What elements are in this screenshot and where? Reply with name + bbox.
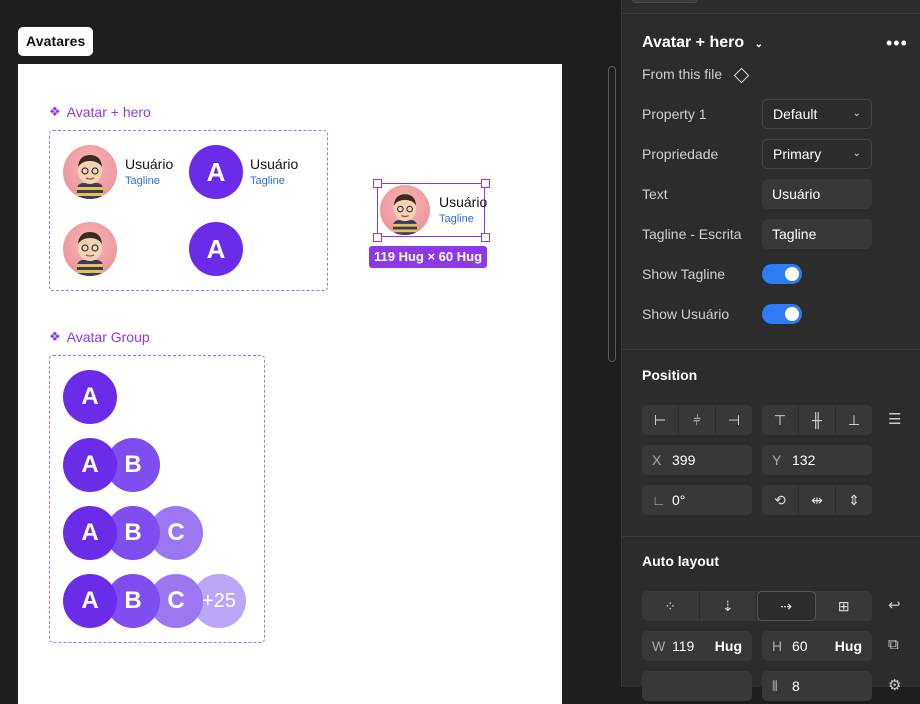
align-center-h-icon[interactable]: ⫩ [679, 405, 716, 435]
property-label: Text [642, 186, 668, 202]
group-avatar[interactable]: A [63, 574, 117, 628]
resize-handle[interactable] [373, 179, 382, 188]
flip-horizontal-icon[interactable]: ⇹ [799, 485, 836, 515]
layout-vertical-icon[interactable]: ⇣ [700, 591, 757, 621]
property-label: Property 1 [642, 106, 707, 122]
component-title[interactable]: Avatar + hero ⌄ [642, 34, 763, 52]
selected-instance[interactable]: Usuário Tagline [377, 183, 488, 237]
layout-direction-group: ⁘ ⇣ ⇢ ⊞ [642, 591, 872, 621]
component-diamonds-icon: ❖ [49, 329, 61, 344]
avatar-tagline: Tagline [250, 175, 285, 187]
property-1-select[interactable]: Default ⌄ [762, 99, 872, 129]
panel-tab[interactable] [632, 0, 698, 3]
spacing-field[interactable] [642, 671, 752, 701]
auto-layout-title: Auto layout [642, 553, 719, 569]
show-tagline-toggle[interactable] [762, 264, 802, 284]
align-left-icon[interactable]: ⊢ [642, 405, 679, 435]
propriedade-select[interactable]: Primary ⌄ [762, 139, 872, 169]
chevron-down-icon: ⌄ [754, 39, 763, 50]
from-this-file-label[interactable]: From this file [642, 66, 750, 84]
avatar-letter[interactable]: A [189, 145, 243, 199]
chevron-down-icon: ⌄ [852, 108, 861, 119]
transform-group: ⟲ ⇹ ⇕ [762, 485, 872, 515]
property-label: Show Tagline [642, 266, 726, 282]
property-label: Propriedade [642, 146, 719, 162]
avatar-name: Usuário [250, 156, 299, 172]
wrap-icon[interactable]: ↩ [888, 596, 901, 614]
property-label: Show Usuário [642, 306, 730, 322]
avatar-name: Usuário [439, 194, 488, 210]
x-field[interactable]: X 399 [642, 445, 752, 475]
rotation-field[interactable]: ∟ 0° [642, 485, 752, 515]
align-top-icon[interactable]: ⊤ [762, 405, 799, 435]
property-label: Tagline - Escrita [642, 226, 742, 242]
avatares-frame[interactable]: ❖ Avatar + hero Usuário Tagline A Usuári… [18, 64, 562, 704]
panel-top-strip [622, 0, 920, 14]
vertical-align-group: ⊤ ╫ ⊥ [762, 405, 872, 435]
resize-to-fit-icon[interactable]: ⧉ [888, 636, 899, 653]
flip-vertical-icon[interactable]: ⇕ [836, 485, 872, 515]
frame-label[interactable]: Avatares [18, 27, 94, 56]
angle-icon: ∟ [652, 492, 666, 508]
component-diamond-icon [733, 67, 750, 84]
resize-handle[interactable] [481, 179, 490, 188]
avatar-letter[interactable]: A [189, 222, 243, 276]
resize-handle[interactable] [373, 233, 382, 242]
person-illustration-icon [392, 194, 418, 235]
more-options-icon[interactable]: ••• [886, 33, 908, 54]
align-center-v-icon[interactable]: ╫ [799, 405, 836, 435]
avatar-photo[interactable] [63, 145, 117, 199]
avatar-name: Usuário [125, 156, 174, 172]
advanced-layout-icon[interactable]: ⚙ [888, 676, 901, 694]
group-avatar[interactable]: A [63, 370, 117, 424]
distribute-icon[interactable]: ☰ [888, 410, 901, 428]
y-field[interactable]: Y 132 [762, 445, 872, 475]
resize-handle[interactable] [481, 233, 490, 242]
tagline-input[interactable]: Tagline [762, 219, 872, 249]
horizontal-align-group: ⊢ ⫩ ⊣ [642, 405, 752, 435]
divider [622, 349, 920, 350]
text-input[interactable]: Usuário [762, 179, 872, 209]
show-usuario-toggle[interactable] [762, 304, 802, 324]
height-field[interactable]: H 60 Hug [762, 631, 872, 661]
component-diamonds-icon: ❖ [49, 104, 61, 119]
avatar-hero-title[interactable]: ❖ Avatar + hero [49, 104, 151, 120]
properties-panel: Avatar + hero ⌄ ••• From this file Prope… [621, 0, 920, 701]
avatar-tagline: Tagline [439, 213, 474, 225]
avatar-photo[interactable] [63, 222, 117, 276]
avatar-photo [380, 185, 430, 235]
person-illustration-icon [77, 155, 103, 199]
avatar-group-title[interactable]: ❖ Avatar Group [49, 329, 150, 345]
group-avatar[interactable]: A [63, 506, 117, 560]
person-illustration-icon [77, 232, 103, 276]
layout-freeform-icon[interactable]: ⁘ [642, 591, 700, 621]
divider [622, 536, 920, 537]
group-avatar[interactable]: A [63, 438, 117, 492]
position-title: Position [642, 367, 698, 383]
chevron-down-icon: ⌄ [852, 148, 861, 159]
width-field[interactable]: W 119 Hug [642, 631, 752, 661]
gap-icon: ⫴ [772, 678, 778, 694]
canvas-scrollbar[interactable] [608, 66, 616, 362]
size-badge: 119 Hug × 60 Hug [369, 246, 488, 268]
gap-field[interactable]: ⫴ 8 [762, 671, 872, 701]
avatar-tagline: Tagline [125, 175, 160, 187]
align-right-icon[interactable]: ⊣ [716, 405, 752, 435]
align-bottom-icon[interactable]: ⊥ [836, 405, 872, 435]
rotate-icon[interactable]: ⟲ [762, 485, 799, 515]
layout-horizontal-icon[interactable]: ⇢ [757, 591, 816, 621]
layout-grid-icon[interactable]: ⊞ [816, 591, 873, 621]
